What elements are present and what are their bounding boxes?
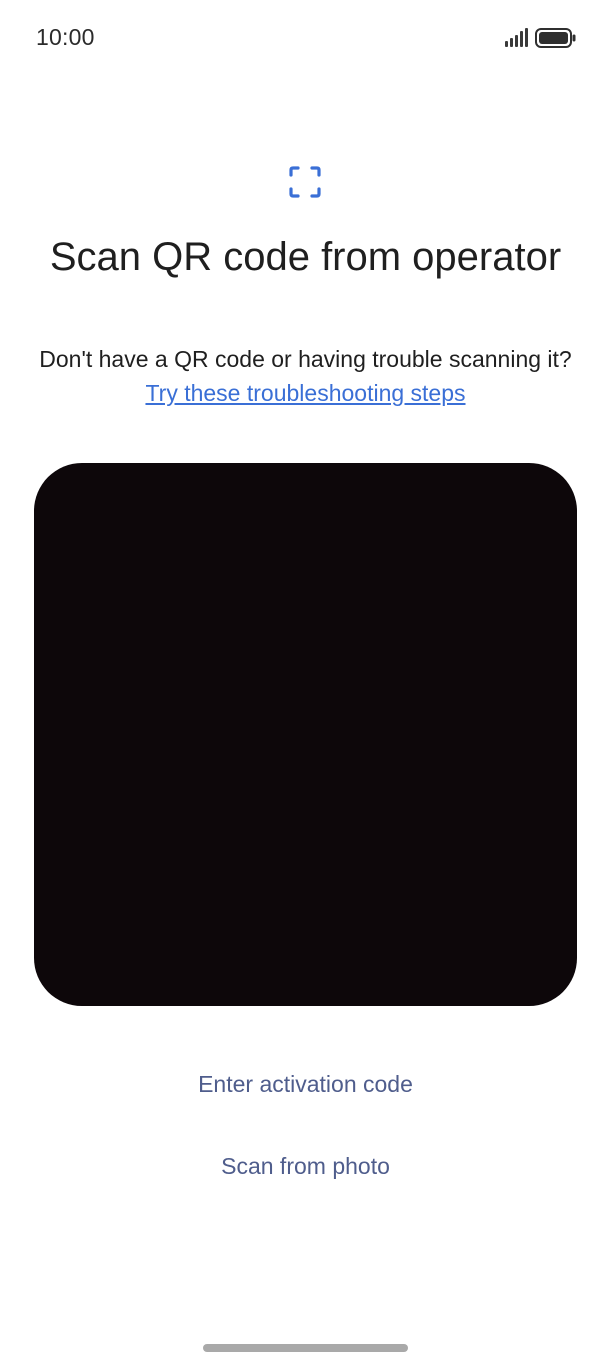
home-indicator[interactable] xyxy=(203,1344,408,1352)
enter-activation-code-button[interactable]: Enter activation code xyxy=(100,1058,511,1110)
status-time: 10:00 xyxy=(36,24,95,50)
status-bar: 10:00 xyxy=(0,0,611,78)
subtitle-text: Don't have a QR code or having trouble s… xyxy=(39,346,572,372)
subtitle: Don't have a QR code or having trouble s… xyxy=(30,342,581,410)
camera-viewfinder xyxy=(34,463,577,1006)
page-title: Scan QR code from operator xyxy=(49,235,562,279)
battery-icon xyxy=(535,28,576,48)
signal-icon xyxy=(505,28,528,47)
qr-scan-frame-icon xyxy=(289,166,321,198)
troubleshooting-link[interactable]: Try these troubleshooting steps xyxy=(145,380,465,406)
scan-from-photo-button[interactable]: Scan from photo xyxy=(100,1140,511,1192)
